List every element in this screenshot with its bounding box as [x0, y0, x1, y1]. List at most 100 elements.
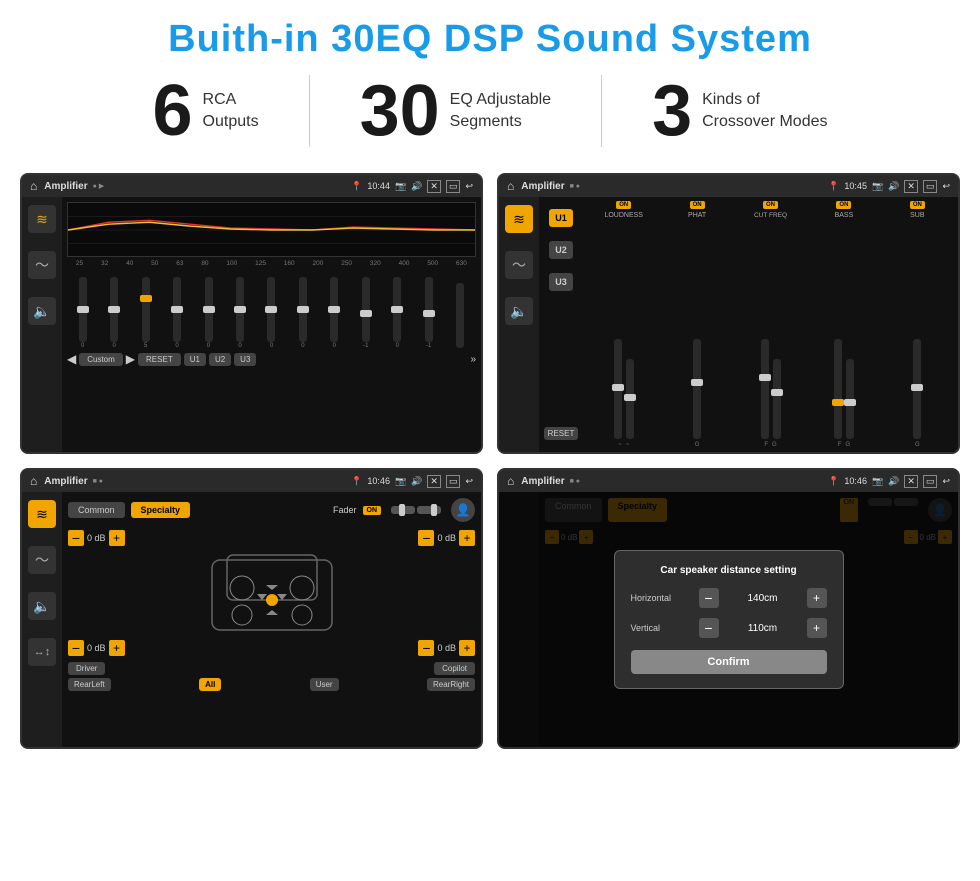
- eq-more-icon[interactable]: »: [470, 354, 476, 365]
- vertical-plus-btn[interactable]: +: [807, 618, 827, 638]
- screen-eq: ⌂ Amplifier ● ▶ 📍 10:44 📷 🔊 ✕ ▭ ↩ ≋ 〜 🔈: [20, 173, 483, 454]
- dialog-vertical-row: Vertical − 110cm +: [631, 618, 827, 638]
- fader-tabs: Common Specialty Fader ON: [68, 498, 475, 522]
- xo-left-icons: ≋ 〜 🔈: [499, 197, 539, 452]
- xo-columns: ON LOUDNESS ~ ~: [583, 197, 958, 452]
- eq-u3-btn[interactable]: U3: [234, 353, 256, 366]
- fader-main: Common Specialty Fader ON: [62, 492, 481, 747]
- user-btn-3[interactable]: User: [310, 678, 339, 691]
- eq-slider-13[interactable]: [456, 283, 464, 349]
- screen-crossover: ⌂ Amplifier ■ ● 📍 10:45 📷 🔊 ✕ ▭ ↩ ≋ 〜 🔈: [497, 173, 960, 454]
- xo-u1-btn[interactable]: U1: [549, 209, 573, 227]
- location-icon-1: 📍: [351, 181, 362, 192]
- eq-slider-7[interactable]: 0: [267, 277, 275, 349]
- eq-slider-3[interactable]: 5: [142, 277, 150, 349]
- fader-icon-1[interactable]: ≋: [28, 500, 56, 528]
- horizontal-plus-btn[interactable]: +: [807, 588, 827, 608]
- eq-area: 2532405063 80100125160200 25032040050063…: [62, 197, 481, 452]
- minus-btn-1[interactable]: −: [68, 530, 84, 546]
- eq-graph: [67, 202, 476, 257]
- title-3: Amplifier: [44, 476, 87, 487]
- xo-u3-btn[interactable]: U3: [549, 273, 573, 291]
- xo-icon-2[interactable]: 〜: [505, 251, 533, 279]
- xo-reset-btn[interactable]: RESET: [544, 427, 579, 440]
- xo-u2-btn[interactable]: U2: [549, 241, 573, 259]
- stat-number-3: 3: [652, 75, 692, 147]
- vertical-minus-btn[interactable]: −: [699, 618, 719, 638]
- avatar-icon[interactable]: 👤: [451, 498, 475, 522]
- xo-icon-1[interactable]: ≋: [505, 205, 533, 233]
- fader-label: Fader: [333, 505, 357, 515]
- db-controls-bottom: − 0 dB + − 0 dB +: [68, 640, 475, 656]
- fader-icon-3[interactable]: 🔈: [28, 592, 56, 620]
- all-btn[interactable]: All: [199, 678, 221, 691]
- xo-col-bass: ON BASS F G: [809, 201, 878, 448]
- common-tab-3[interactable]: Common: [68, 502, 125, 518]
- car-diagram: [68, 550, 475, 640]
- eq-left-icons: ≋ 〜 🔈: [22, 197, 62, 452]
- stat-label-rca: RCA Outputs: [203, 89, 259, 134]
- eq-slider-12[interactable]: -1: [425, 277, 433, 349]
- db-group-3: − 0 dB +: [68, 640, 125, 656]
- eq-slider-9[interactable]: 0: [330, 277, 338, 349]
- stats-row: 6 RCA Outputs 30 EQ Adjustable Segments …: [0, 71, 980, 161]
- dialog-horizontal-row: Horizontal − 140cm +: [631, 588, 827, 608]
- plus-btn-3[interactable]: +: [109, 640, 125, 656]
- stat-rca: 6 RCA Outputs: [103, 75, 310, 147]
- eq-reset-btn[interactable]: RESET: [138, 353, 181, 366]
- eq-slider-8[interactable]: 0: [299, 277, 307, 349]
- eq-prev-btn[interactable]: ◀: [67, 352, 76, 366]
- stat-number-30: 30: [360, 75, 440, 147]
- driver-btn[interactable]: Driver: [68, 662, 105, 675]
- xo-icon-3[interactable]: 🔈: [505, 297, 533, 325]
- stat-eq: 30 EQ Adjustable Segments: [310, 75, 603, 147]
- fader-icon-4[interactable]: ↔↕: [28, 638, 56, 666]
- dialog-title: Car speaker distance setting: [631, 565, 827, 576]
- rearright-btn[interactable]: RearRight: [427, 678, 475, 691]
- eq-slider-4[interactable]: 0: [173, 277, 181, 349]
- time-2: 10:45: [844, 181, 867, 191]
- eq-u2-btn[interactable]: U2: [209, 353, 231, 366]
- confirm-button[interactable]: Confirm: [631, 650, 827, 674]
- copilot-btn[interactable]: Copilot: [434, 662, 475, 675]
- stat-number-6: 6: [153, 75, 193, 147]
- eq-slider-6[interactable]: 0: [236, 277, 244, 349]
- eq-custom-btn[interactable]: Custom: [79, 353, 123, 366]
- screen-fader: ⌂ Amplifier ■ ● 📍 10:46 📷 🔊 ✕ ▭ ↩ ≋ 〜 🔈 …: [20, 468, 483, 749]
- eq-icon-active[interactable]: ≋: [28, 205, 56, 233]
- time-1: 10:44: [367, 181, 390, 191]
- eq-slider-5[interactable]: 0: [205, 277, 213, 349]
- fader-left-icons: ≋ 〜 🔈 ↔↕: [22, 492, 62, 747]
- title-4: Amplifier: [521, 476, 564, 487]
- stat-label-eq: EQ Adjustable Segments: [450, 89, 551, 134]
- vertical-label: Vertical: [631, 623, 691, 633]
- minus-btn-3[interactable]: −: [68, 640, 84, 656]
- fader-icon-2[interactable]: 〜: [28, 546, 56, 574]
- eq-slider-10[interactable]: -1: [362, 277, 370, 349]
- plus-btn-2[interactable]: +: [459, 530, 475, 546]
- eq-slider-11[interactable]: 0: [393, 277, 401, 349]
- minus-btn-2[interactable]: −: [418, 530, 434, 546]
- minus-btn-4[interactable]: −: [418, 640, 434, 656]
- xo-col-phat: ON PHAT G: [662, 201, 731, 448]
- eq-next-btn[interactable]: ▶: [126, 352, 135, 366]
- eq-u1-btn[interactable]: U1: [184, 353, 206, 366]
- stat-label-crossover: Kinds of Crossover Modes: [702, 89, 827, 134]
- plus-btn-4[interactable]: +: [459, 640, 475, 656]
- xo-col-loudness: ON LOUDNESS ~ ~: [589, 201, 658, 448]
- eq-icon-speaker[interactable]: 🔈: [28, 297, 56, 325]
- eq-slider-1[interactable]: 0: [79, 277, 87, 349]
- eq-icon-wave[interactable]: 〜: [28, 251, 56, 279]
- db-group-1: − 0 dB +: [68, 530, 125, 546]
- eq-slider-2[interactable]: 0: [110, 277, 118, 349]
- rearleft-btn[interactable]: RearLeft: [68, 678, 111, 691]
- db-val-3: 0 dB: [87, 643, 106, 653]
- home-icon-3: ⌂: [30, 474, 37, 488]
- plus-btn-1[interactable]: +: [109, 530, 125, 546]
- fader-bottom-btns-row2: RearLeft All User RearRight: [68, 678, 475, 691]
- horizontal-minus-btn[interactable]: −: [699, 588, 719, 608]
- eq-content: ≋ 〜 🔈: [22, 197, 481, 452]
- xo-col-cutfreq: ON CUT FREQ F G: [736, 201, 805, 448]
- time-4: 10:46: [844, 476, 867, 486]
- specialty-tab-3[interactable]: Specialty: [131, 502, 191, 518]
